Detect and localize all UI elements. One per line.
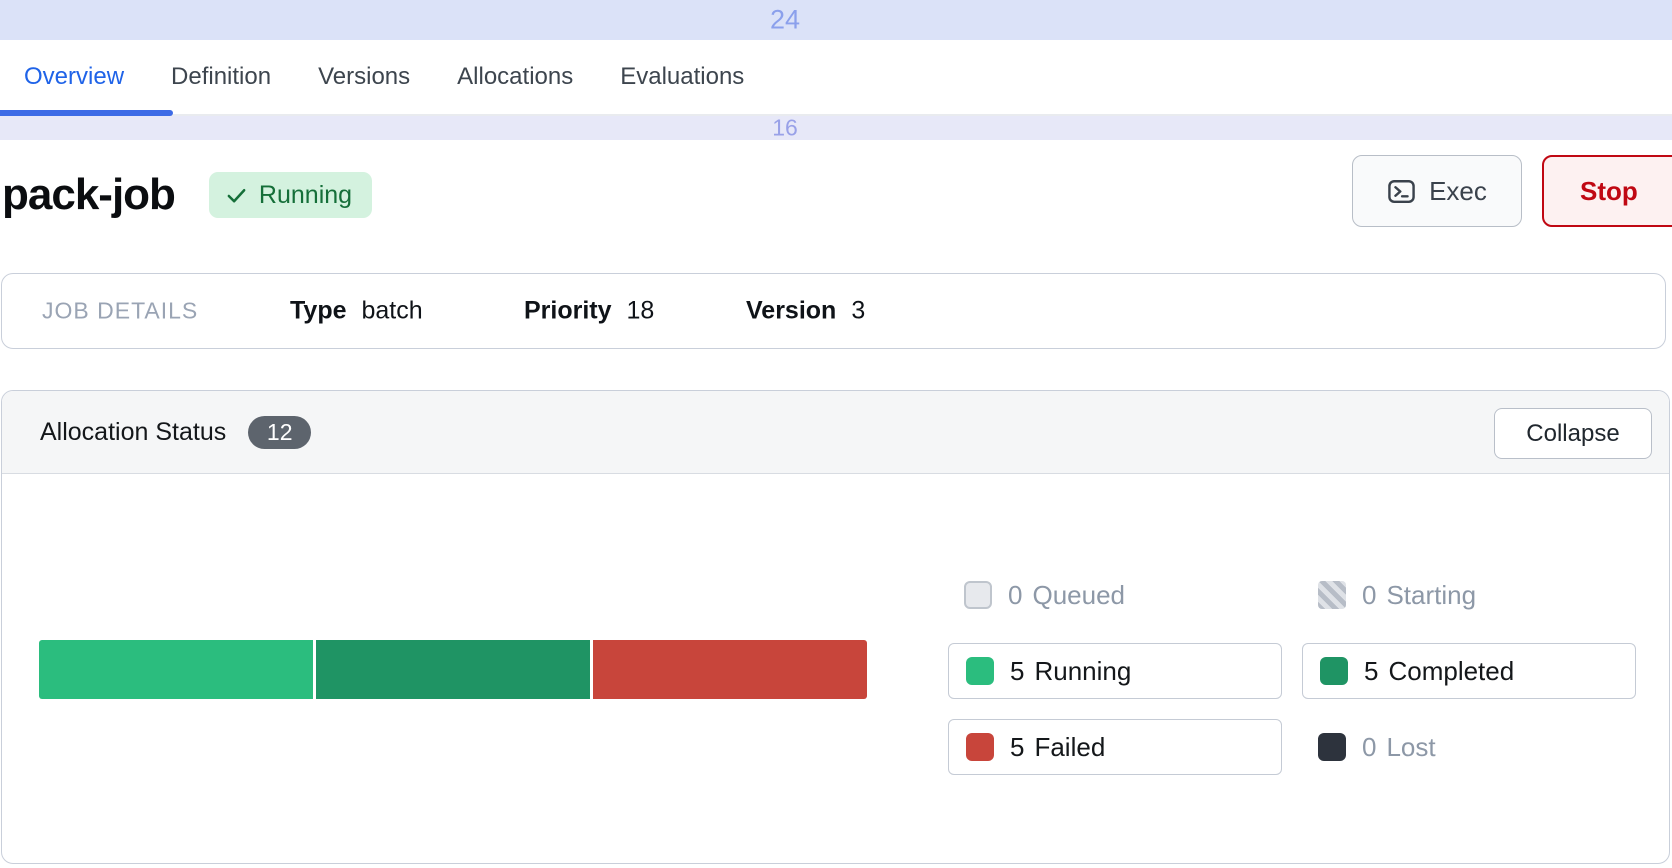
collapse-button[interactable]: Collapse — [1494, 408, 1652, 459]
check-icon — [225, 184, 248, 207]
running-swatch — [966, 657, 994, 685]
running-count: 5 — [1010, 656, 1024, 687]
status-badge: Running — [209, 172, 372, 218]
tab-allocations[interactable]: Allocations — [457, 63, 573, 91]
page-title: pack-job — [2, 170, 175, 220]
legend-item-completed[interactable]: 5 Completed — [1302, 643, 1636, 699]
status-badge-label: Running — [259, 181, 352, 210]
lost-label: Lost — [1386, 732, 1435, 763]
exec-button-label: Exec — [1429, 176, 1487, 207]
starting-label: Starting — [1386, 580, 1476, 611]
allocation-status-title: Allocation Status — [40, 418, 226, 447]
completed-count: 5 — [1364, 656, 1378, 687]
job-detail-type-value: batch — [362, 297, 423, 326]
lost-count: 0 — [1362, 732, 1376, 763]
stop-button-label: Stop — [1580, 176, 1638, 207]
nomad-job-overview-page: 24 Overview Definition Versions Allocati… — [0, 0, 1672, 868]
spacing-annotation-value-top: 24 — [770, 5, 800, 36]
job-details-section-label: JOB DETAILS — [42, 298, 198, 325]
legend-item-running[interactable]: 5 Running — [948, 643, 1282, 699]
queued-count: 0 — [1008, 580, 1022, 611]
completed-label: Completed — [1388, 656, 1514, 687]
legend-item-failed[interactable]: 5 Failed — [948, 719, 1282, 775]
job-detail-version-label: Version — [746, 297, 836, 326]
job-detail-type-label: Type — [290, 297, 347, 326]
exec-button[interactable]: Exec — [1352, 155, 1522, 227]
failed-label: Failed — [1034, 732, 1105, 763]
job-tab-bar: Overview Definition Versions Allocations… — [0, 40, 1672, 116]
job-detail-priority: Priority 18 — [524, 297, 654, 326]
allocation-bar — [39, 640, 867, 699]
running-label: Running — [1034, 656, 1131, 687]
job-detail-type: Type batch — [290, 297, 423, 326]
lost-swatch — [1318, 733, 1346, 761]
allocation-status-panel: Allocation Status 12 Collapse 0 Queued 0… — [1, 390, 1670, 864]
spacing-annotation-band-top: 24 — [0, 0, 1672, 40]
job-detail-version: Version 3 — [746, 297, 865, 326]
completed-swatch — [1320, 657, 1348, 685]
bar-segment-running[interactable] — [39, 640, 313, 699]
legend-item-starting: 0 Starting — [1318, 581, 1476, 609]
legend-item-queued: 0 Queued — [964, 581, 1125, 609]
failed-count: 5 — [1010, 732, 1024, 763]
failed-swatch — [966, 733, 994, 761]
job-detail-priority-label: Priority — [524, 297, 612, 326]
allocation-status-header: Allocation Status 12 Collapse — [2, 391, 1669, 474]
spacing-annotation-band-mid: 16 — [0, 116, 1672, 140]
bar-segment-failed[interactable] — [593, 640, 867, 699]
tab-evaluations[interactable]: Evaluations — [620, 63, 744, 91]
tab-definition[interactable]: Definition — [171, 63, 271, 91]
job-detail-priority-value: 18 — [627, 297, 655, 326]
spacing-annotation-value-mid: 16 — [772, 115, 798, 142]
terminal-icon — [1387, 177, 1416, 206]
legend-item-lost: 0 Lost — [1318, 733, 1436, 761]
stop-button[interactable]: Stop — [1542, 155, 1672, 227]
allocation-count-badge: 12 — [248, 416, 311, 449]
job-details-panel: JOB DETAILS Type batch Priority 18 Versi… — [1, 273, 1666, 349]
job-detail-version-value: 3 — [851, 297, 865, 326]
bar-segment-completed[interactable] — [316, 640, 590, 699]
queued-label: Queued — [1032, 580, 1125, 611]
tab-overview[interactable]: Overview — [24, 63, 124, 91]
queued-swatch — [964, 581, 992, 609]
tab-versions[interactable]: Versions — [318, 63, 410, 91]
starting-swatch — [1318, 581, 1346, 609]
starting-count: 0 — [1362, 580, 1376, 611]
